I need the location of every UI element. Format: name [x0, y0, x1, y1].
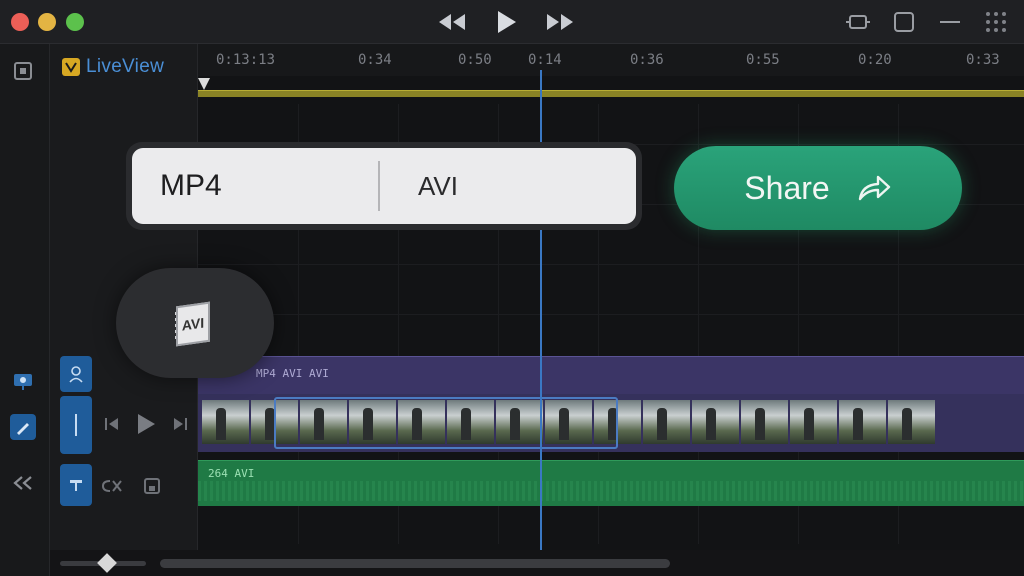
format-option-avi[interactable]: AVI [380, 148, 636, 224]
timeline[interactable]: 0:13:13 0:34 0:50 0:14 0:36 0:55 0:20 0:… [198, 44, 1024, 550]
share-arrow-icon [858, 175, 890, 201]
audio-waveform [198, 481, 1024, 501]
time-ruler[interactable]: 0:13:13 0:34 0:50 0:14 0:36 0:55 0:20 0:… [198, 44, 1024, 76]
cut-button[interactable] [96, 468, 128, 504]
tool-sidebar [0, 44, 50, 576]
grid-line [198, 264, 1024, 265]
zoom-slider[interactable] [60, 553, 146, 573]
overlay-track-label: MP4 AVI AVI [256, 367, 329, 380]
avi-file-icon: AVI [168, 296, 222, 350]
work-area-bar[interactable] [198, 90, 1024, 97]
play-icon [138, 414, 155, 434]
save-clip-button[interactable] [136, 468, 168, 504]
pen-tool-button[interactable] [10, 414, 36, 440]
audio-track-label: 264 AVI [208, 467, 255, 480]
panel-icon [14, 62, 32, 80]
in-point-marker[interactable] [198, 78, 210, 90]
selected-clip-outline[interactable] [274, 397, 618, 449]
app-logo: LiveView [62, 56, 164, 78]
ruler-tick: 0:34 [358, 52, 392, 68]
video-track-header[interactable] [60, 396, 92, 454]
rewind-icon [439, 14, 465, 30]
video-thumbnail [202, 400, 249, 444]
app-name: LiveView [86, 56, 165, 77]
video-thumbnail [839, 400, 886, 444]
pen-icon [17, 423, 29, 435]
grid-icon [986, 12, 1006, 32]
ruler-tick: 0:33 [966, 52, 1000, 68]
audio-icon [70, 480, 82, 491]
overlay-track[interactable]: MP4 AVI AVI [198, 356, 1024, 394]
pip-icon [846, 15, 870, 29]
share-button-label: Share [744, 169, 830, 206]
video-thumbnail [790, 400, 837, 444]
marker-icon [14, 374, 32, 390]
fast-forward-button[interactable] [544, 9, 576, 35]
track-play-button[interactable] [130, 406, 162, 442]
play-button[interactable] [490, 9, 522, 35]
share-button[interactable]: Share [674, 146, 962, 230]
square-icon [894, 12, 914, 32]
file-page: AVI [176, 301, 210, 347]
skip-back-icon [105, 418, 118, 430]
minimize-button[interactable] [936, 10, 964, 34]
convert-format-button[interactable]: AVI [116, 268, 274, 378]
rewind-tool-button[interactable] [10, 470, 36, 496]
horizontal-scrollbar[interactable] [160, 559, 670, 568]
panel-toggle-button[interactable] [10, 58, 36, 84]
format-segmented-control: MP4 AVI [132, 148, 636, 224]
close-window-button[interactable] [11, 13, 29, 31]
rewind-button[interactable] [436, 9, 468, 35]
skip-forward-button[interactable] [164, 406, 196, 442]
ruler-tick: 0:36 [630, 52, 664, 68]
double-chevron-left-icon [13, 476, 32, 490]
format-selector: MP4 AVI [126, 142, 642, 230]
format-option-mp4[interactable]: MP4 [132, 148, 378, 224]
video-thumbnail [692, 400, 739, 444]
ruler-tick: 0:13:13 [216, 52, 276, 68]
maximize-window-button[interactable] [66, 13, 84, 31]
video-thumbnail [741, 400, 788, 444]
video-thumbnail [643, 400, 690, 444]
fast-forward-icon [547, 14, 573, 30]
zoom-slider-handle[interactable] [97, 553, 117, 573]
minimize-window-button[interactable] [38, 13, 56, 31]
ruler-tick: 0:20 [858, 52, 892, 68]
play-icon [498, 11, 516, 33]
grid-menu-button[interactable] [982, 10, 1010, 34]
save-icon [144, 478, 160, 494]
logo-icon [62, 58, 80, 76]
timeline-footer [50, 550, 1024, 576]
skip-back-button[interactable] [96, 406, 128, 442]
ruler-tick: 0:50 [458, 52, 492, 68]
picture-in-picture-button[interactable] [844, 10, 872, 34]
audio-track-header[interactable] [60, 464, 92, 506]
track-lock-button[interactable] [60, 356, 92, 392]
scissors-icon [101, 480, 122, 492]
fullscreen-button[interactable] [890, 10, 918, 34]
ruler-tick: 0:55 [746, 52, 780, 68]
ruler-tick: 0:14 [528, 52, 562, 68]
video-thumbnail [888, 400, 935, 444]
grid-line [198, 314, 1024, 315]
skip-forward-icon [174, 418, 187, 430]
transport-controls [436, 9, 576, 35]
marker-tool-button[interactable] [10, 368, 36, 394]
window-controls [844, 10, 1010, 34]
file-type-label: AVI [181, 314, 205, 334]
title-bar [0, 0, 1024, 44]
video-track[interactable] [198, 394, 1024, 452]
minus-icon [940, 21, 960, 23]
audio-track[interactable]: 264 AVI [198, 460, 1024, 506]
person-icon [69, 366, 83, 383]
track-bar-icon [75, 414, 77, 436]
